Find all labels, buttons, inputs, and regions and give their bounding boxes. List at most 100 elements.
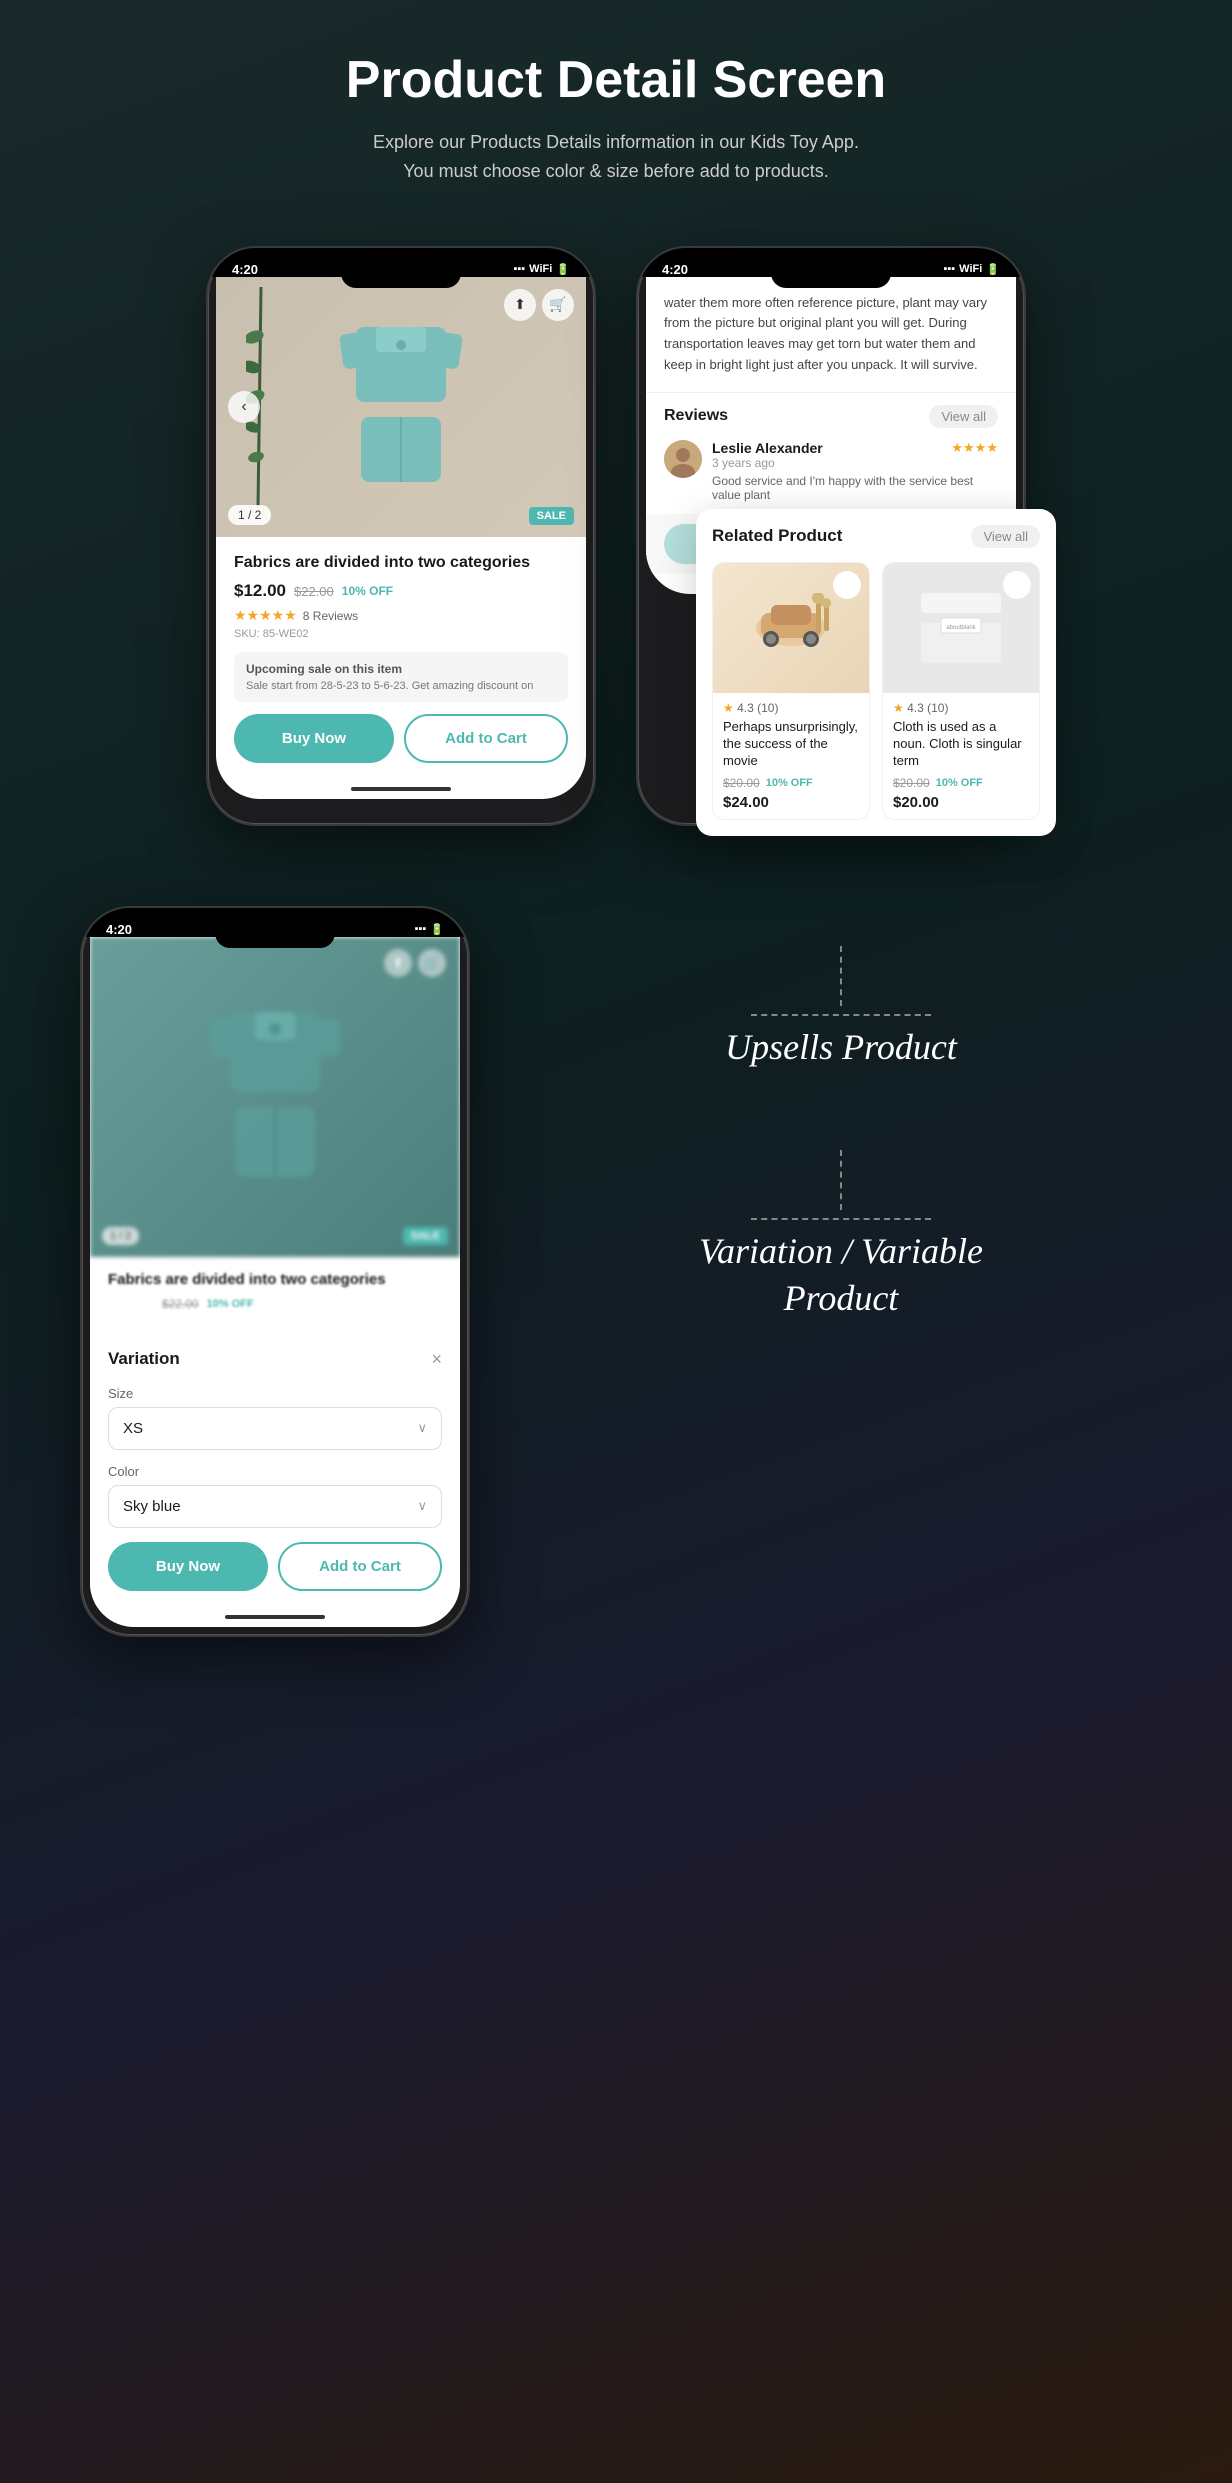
status-icons-bottom: ▪▪▪ 🔋 xyxy=(415,923,444,936)
share-icon: ⬆ xyxy=(514,296,526,313)
cart-button[interactable]: 🛒 xyxy=(542,289,574,321)
phone-notch-bottom xyxy=(215,918,335,948)
price-row: $12.00 $22.00 10% OFF xyxy=(234,581,568,601)
card-title-2: Cloth is used as a noun. Cloth is singul… xyxy=(893,719,1029,770)
card-title-1: Perhaps unsurprisingly, the success of t… xyxy=(723,719,859,770)
color-value: Sky blue xyxy=(123,1498,181,1515)
status-time-left: 4:20 xyxy=(232,262,258,277)
action-buttons: Buy Now Add to Cart xyxy=(234,714,568,763)
reviews-view-all[interactable]: View all xyxy=(929,405,998,428)
sale-notice: Upcoming sale on this item Sale start fr… xyxy=(234,652,568,702)
wifi-icon: WiFi xyxy=(529,263,552,275)
price-original: $22.00 xyxy=(294,584,334,599)
reviews-section: Reviews View all xyxy=(646,393,1016,514)
back-button[interactable]: ‹ xyxy=(228,391,260,423)
buy-now-button[interactable]: Buy Now xyxy=(234,714,394,763)
price-main: $12.00 xyxy=(234,581,286,601)
blurred-product-area: ⬆ 🛒 1 / 2 SALE xyxy=(90,937,460,1257)
upsells-label: Upsells Product xyxy=(725,1024,957,1071)
variation-add-cart-button[interactable]: Add to Cart xyxy=(278,1542,442,1591)
status-time-right: 4:20 xyxy=(662,262,688,277)
popup-header: Related Product View all xyxy=(712,525,1040,548)
size-chevron: ∨ xyxy=(417,1420,427,1436)
card-price-row-1: $20.00 10% OFF xyxy=(723,776,859,790)
product-card-img-1: ♡ xyxy=(713,563,869,693)
card-discount-2: 10% OFF xyxy=(936,777,983,789)
phone-left: 4:20 ▪▪▪ WiFi 🔋 xyxy=(206,246,596,826)
variation-buy-now-button[interactable]: Buy Now xyxy=(108,1542,268,1591)
battery-icon-b: 🔋 xyxy=(430,923,444,936)
variation-drawer: Variation × Size XS ∨ Color Sky blue ∨ xyxy=(90,1333,460,1607)
add-to-cart-button[interactable]: Add to Cart xyxy=(404,714,568,763)
battery-icon: 🔋 xyxy=(556,263,570,276)
annotations-column: Upsells Product Variation / VariableProd… xyxy=(530,906,1152,1637)
product-info: Fabrics are divided into two categories … xyxy=(216,537,586,780)
sale-notice-title: Upcoming sale on this item xyxy=(246,662,556,676)
reviewer-name: Leslie Alexander xyxy=(712,440,823,456)
card-rating-2: ★ 4.3 (10) xyxy=(893,701,1029,715)
color-chevron: ∨ xyxy=(417,1498,427,1514)
cart-icon: 🛒 xyxy=(549,296,566,313)
phones-top-row: 4:20 ▪▪▪ WiFi 🔋 xyxy=(0,226,1232,846)
drawer-title-row: Variation × xyxy=(108,1349,442,1370)
variation-label: Variation / VariableProduct xyxy=(699,1228,983,1322)
card-original-price-2: $20.00 xyxy=(893,776,930,790)
back-icon: ‹ xyxy=(241,398,246,416)
card-price-main-2: $20.00 xyxy=(893,794,1029,811)
product-card-1[interactable]: ♡ ★ 4.3 (10) Perhaps unsurprisingly, the… xyxy=(712,562,870,820)
reviewer-info: Leslie Alexander 3 years ago ★★★★ Good s… xyxy=(712,440,998,502)
reviewer-date: 3 years ago xyxy=(712,456,823,470)
product-title: Fabrics are divided into two categories xyxy=(234,553,568,574)
sale-badge: SALE xyxy=(529,507,574,525)
toy-car-svg xyxy=(746,593,836,663)
page-subtitle: Explore our Products Details information… xyxy=(20,128,1212,186)
product-card-info-2: ★ 4.3 (10) Cloth is used as a noun. Clot… xyxy=(883,693,1039,819)
size-label: Size xyxy=(108,1386,442,1401)
svg-text:aboutblank: aboutblank xyxy=(946,625,976,631)
review-item: Leslie Alexander 3 years ago ★★★★ Good s… xyxy=(664,440,998,502)
reviewer-stars: ★★★★ xyxy=(951,440,998,456)
size-value: XS xyxy=(123,1420,143,1437)
product-stars: ★★★★★ xyxy=(234,607,297,624)
variation-action-buttons: Buy Now Add to Cart xyxy=(108,1542,442,1591)
home-bar-line xyxy=(351,787,451,791)
rating-row: ★★★★★ 8 Reviews xyxy=(234,607,568,624)
product-card-info-1: ★ 4.3 (10) Perhaps unsurprisingly, the s… xyxy=(713,693,869,819)
drawer-close-button[interactable]: × xyxy=(431,1349,442,1370)
card-original-price-1: $20.00 xyxy=(723,776,760,790)
clothing-svg xyxy=(331,317,471,497)
share-button[interactable]: ⬆ xyxy=(504,289,536,321)
reviewer-avatar xyxy=(664,440,702,478)
color-label: Color xyxy=(108,1464,442,1479)
product-card-2[interactable]: aboutblank ♡ ★ 4.3 (10) Cloth is used as… xyxy=(882,562,1040,820)
status-time-bottom: 4:20 xyxy=(106,922,132,937)
size-dropdown[interactable]: XS ∨ xyxy=(108,1407,442,1450)
phone-notch-right xyxy=(771,258,891,288)
heart-icon-2[interactable]: ♡ xyxy=(1003,571,1031,599)
image-action-buttons: ⬆ 🛒 xyxy=(384,949,446,977)
blurred-clothing-svg xyxy=(200,997,350,1197)
signal-icon: ▪▪▪ xyxy=(513,263,525,275)
page-header: Product Detail Screen Explore our Produc… xyxy=(0,0,1232,226)
card-discount-1: 10% OFF xyxy=(766,777,813,789)
product-cards-row: ♡ ★ 4.3 (10) Perhaps unsurprisingly, the… xyxy=(712,562,1040,820)
status-icons-left: ▪▪▪ WiFi 🔋 xyxy=(513,263,570,276)
signal-icon-r: ▪▪▪ xyxy=(943,263,955,275)
price-discount: 10% OFF xyxy=(342,584,393,598)
color-dropdown[interactable]: Sky blue ∨ xyxy=(108,1485,442,1528)
phone-bottom: 4:20 ▪▪▪ 🔋 xyxy=(80,906,470,1637)
review-preview: Good service and I'm happy with the serv… xyxy=(712,474,998,502)
white-clothes-svg: aboutblank xyxy=(911,583,1011,673)
upsells-annotation: Upsells Product xyxy=(725,946,957,1071)
bottom-phone-container: 4:20 ▪▪▪ 🔋 xyxy=(80,906,470,1637)
related-product-popup: Related Product View all xyxy=(696,509,1056,836)
battery-icon-r: 🔋 xyxy=(986,263,1000,276)
page-title: Product Detail Screen xyxy=(20,50,1212,110)
card-rating-1: ★ 4.3 (10) xyxy=(723,701,859,715)
home-bar-bottom xyxy=(90,1607,460,1627)
sale-notice-text: Sale start from 28-5-23 to 5-6-23. Get a… xyxy=(246,680,556,692)
heart-icon-1[interactable]: ♡ xyxy=(833,571,861,599)
popup-view-all[interactable]: View all xyxy=(971,525,1040,548)
bottom-section: 4:20 ▪▪▪ 🔋 xyxy=(0,846,1232,1677)
blurred-product-text: Fabrics are divided into two categories … xyxy=(90,1257,460,1333)
